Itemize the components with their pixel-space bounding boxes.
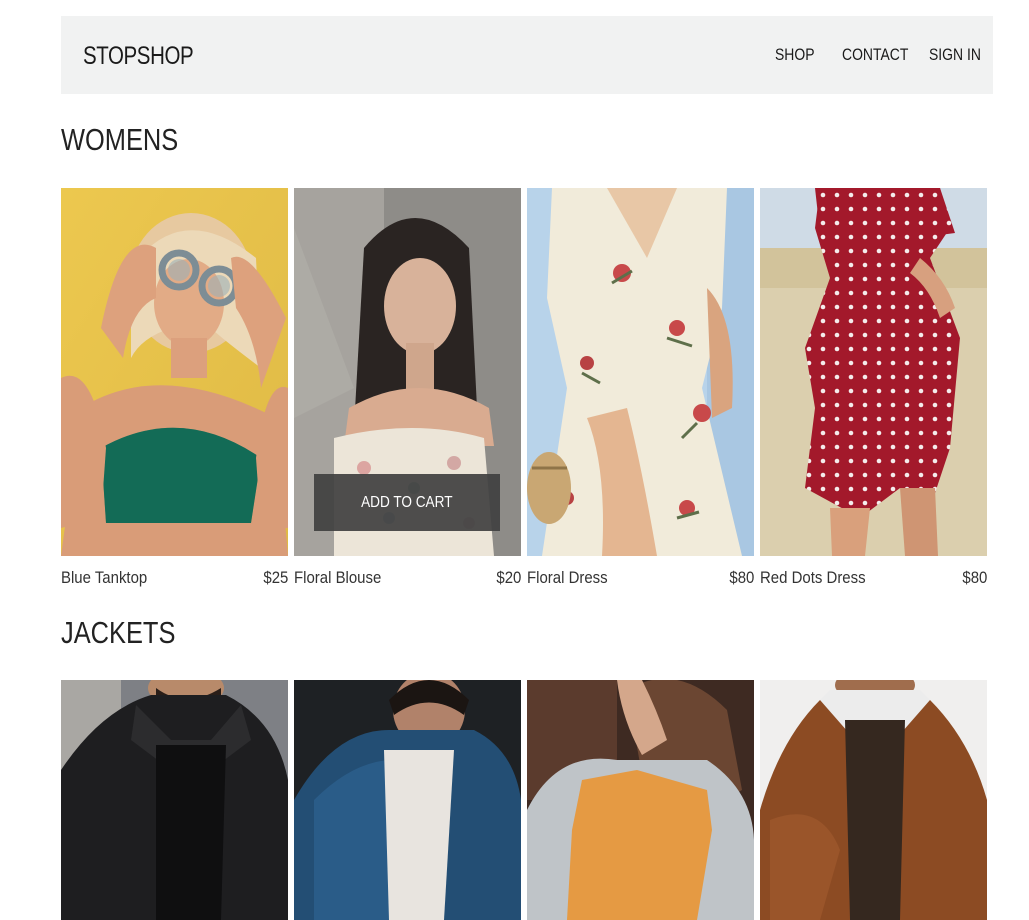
top-navigation-bar: STOPSHOP SHOP CONTACT SIGN IN <box>61 16 993 94</box>
site-logo[interactable]: STOPSHOP <box>83 42 194 71</box>
nav-link-shop[interactable]: SHOP <box>775 45 815 65</box>
product-image[interactable] <box>527 188 754 556</box>
product-card[interactable]: Red Dots Dress $80 <box>760 188 987 592</box>
product-name[interactable]: Floral Blouse <box>294 568 381 588</box>
product-image[interactable] <box>760 188 987 556</box>
product-price: $20 <box>496 568 521 587</box>
add-to-cart-button[interactable]: ADD TO CART <box>314 474 500 531</box>
jacket-image[interactable] <box>61 680 288 920</box>
section-title-jackets[interactable]: JACKETS <box>61 615 175 651</box>
jacket-image[interactable] <box>760 680 987 920</box>
jacket-image[interactable] <box>294 680 521 920</box>
nav-link-contact[interactable]: CONTACT <box>842 45 908 65</box>
product-name[interactable]: Floral Dress <box>527 568 608 588</box>
product-price: $80 <box>962 568 987 587</box>
product-caption: Red Dots Dress $80 <box>760 568 987 592</box>
product-caption: Floral Blouse $20 <box>294 568 521 592</box>
product-price: $80 <box>729 568 754 587</box>
product-price: $25 <box>263 568 288 587</box>
product-card[interactable]: Floral Dress $80 <box>527 188 754 592</box>
product-card[interactable]: Blue Tanktop $25 <box>61 188 288 592</box>
section-title-womens[interactable]: WOMENS <box>61 122 178 158</box>
product-caption: Blue Tanktop $25 <box>61 568 288 592</box>
jacket-image[interactable] <box>527 680 754 920</box>
product-name[interactable]: Red Dots Dress <box>760 568 866 588</box>
add-to-cart-label: ADD TO CART <box>361 493 453 511</box>
product-card[interactable]: ADD TO CART Floral Blouse $20 <box>294 188 521 592</box>
nav-link-sign-in[interactable]: SIGN IN <box>929 45 981 65</box>
product-image[interactable]: ADD TO CART <box>294 188 521 556</box>
product-name[interactable]: Blue Tanktop <box>61 568 147 588</box>
product-image[interactable] <box>61 188 288 556</box>
product-caption: Floral Dress $80 <box>527 568 754 592</box>
